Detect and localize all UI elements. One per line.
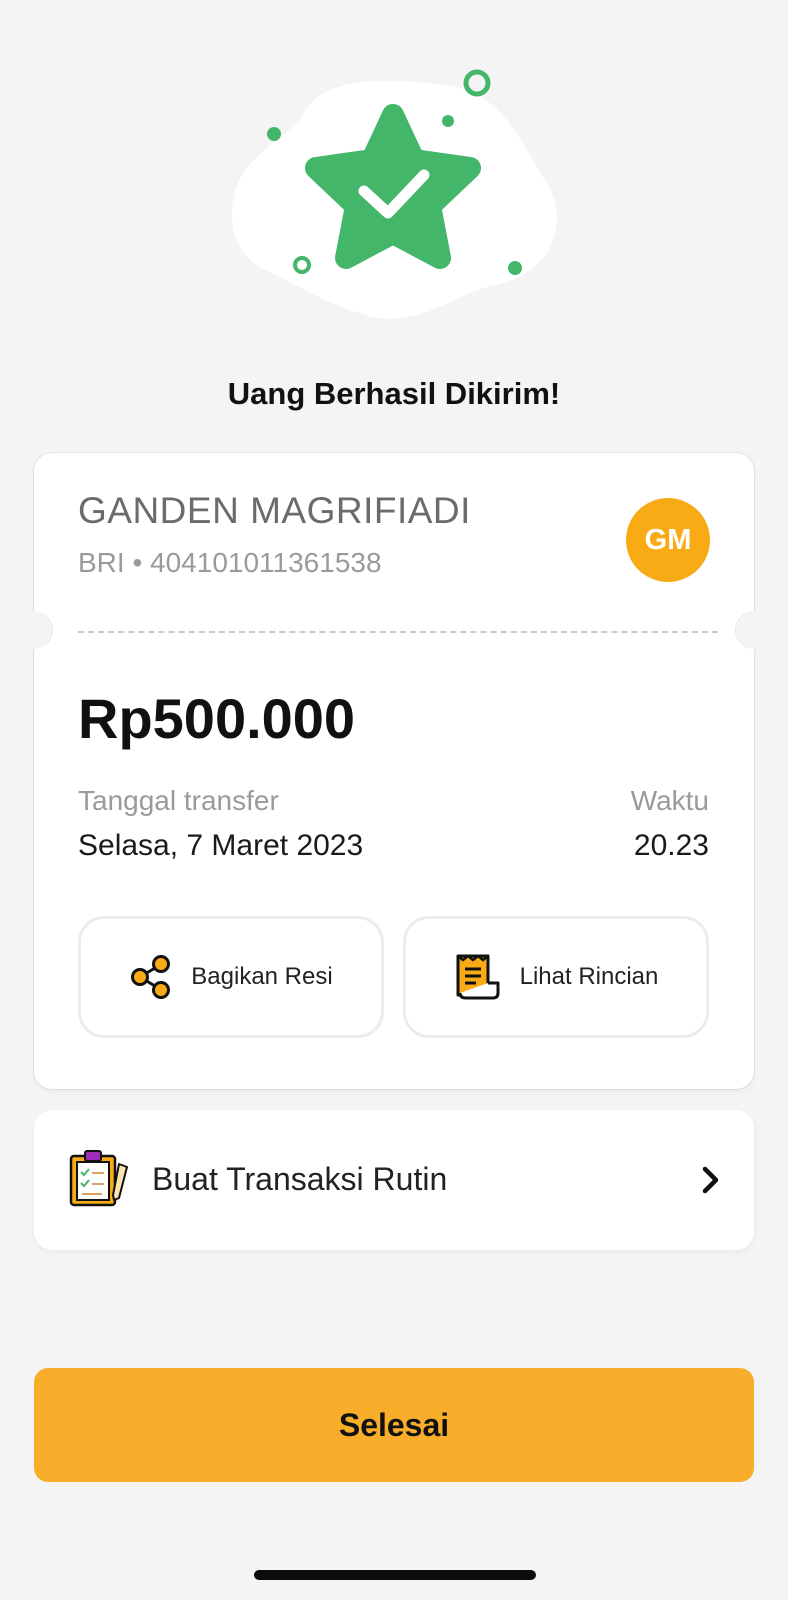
view-details-button[interactable]: Lihat Rincian: [403, 916, 709, 1038]
ticket-notch-right: [735, 611, 773, 649]
view-details-label: Lihat Rincian: [519, 963, 659, 990]
share-icon: [131, 955, 171, 999]
ticket-notch-left: [15, 611, 53, 649]
transfer-amount: Rp500.000: [78, 687, 356, 750]
decor-dot: [508, 261, 522, 275]
transfer-time-label: Waktu: [630, 785, 709, 816]
success-title: Uang Berhasil Dikirim!: [227, 376, 561, 411]
share-receipt-button[interactable]: Bagikan Resi: [78, 916, 384, 1038]
transfer-date-value: Selasa, 7 Maret 2023: [78, 829, 364, 862]
share-receipt-label: Bagikan Resi: [191, 963, 333, 990]
recipient-account: BRI • 404101011361538: [78, 547, 382, 578]
routine-transaction-label: Buat Transaksi Rutin: [152, 1161, 448, 1197]
transfer-time-value: 20.23: [633, 829, 709, 862]
dashed-divider: [78, 631, 718, 633]
transfer-date-label: Tanggal transfer: [78, 785, 279, 816]
done-button[interactable]: Selesai: [34, 1368, 754, 1482]
create-routine-transaction-row[interactable]: Buat Transaksi Rutin: [34, 1110, 754, 1250]
decor-dot: [267, 127, 281, 141]
transfer-success-screen: Uang Berhasil Dikirim! GANDEN MAGRIFIADI…: [0, 0, 788, 1600]
avatar: GM: [626, 498, 710, 582]
clipboard-icon: [69, 1150, 128, 1207]
recipient-name: GANDEN MAGRIFIADI: [78, 490, 471, 531]
chevron-right-icon: [702, 1166, 719, 1194]
success-illustration: [0, 0, 788, 340]
home-indicator: [254, 1570, 536, 1580]
decor-ring: [463, 69, 491, 97]
receipt-icon: [456, 954, 500, 1000]
decor-dot: [442, 115, 454, 127]
